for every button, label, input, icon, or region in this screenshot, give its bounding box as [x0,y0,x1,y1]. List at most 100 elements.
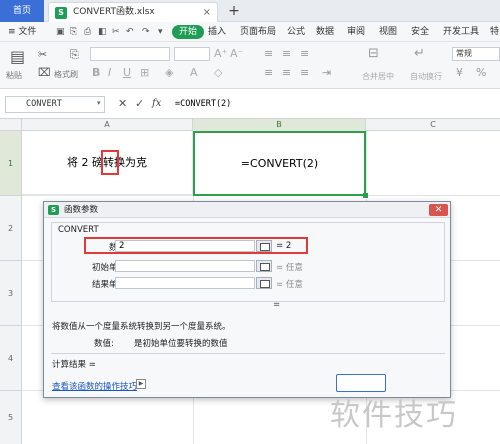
function-description: 将数值从一个度量系统转换到另一个度量系统。 [52,322,231,332]
arg-result-from-unit: = 任意 [276,263,303,273]
param-name: 数值: [94,339,114,349]
file-tab-label: CONVERT函数.xlsx [73,7,155,17]
cut-small-icon[interactable]: ✂ [112,25,120,39]
print-icon[interactable]: ⎙ [84,25,91,39]
video-help-icon[interactable]: ▶ [136,379,146,389]
menu-insert[interactable]: 插入 [208,22,226,42]
arg-result-to-unit: = 任意 [276,280,303,290]
arg-input-from-unit[interactable] [115,260,255,272]
arg-input-to-unit[interactable] [115,277,255,289]
font-color-icon[interactable]: A [190,66,198,80]
home-tab[interactable]: 首页 [0,0,44,22]
menu-bar: ≡ 文件 ▣ ⎘ ⎙ ◧ ✂ ↶ ↷ ▾ 开始 插入 页面布局 公式 数据 审阅… [0,22,500,42]
cancel-icon[interactable]: ✕ [118,97,127,110]
column-header-c[interactable]: C [366,119,500,131]
clear-icon[interactable]: ◇ [214,66,222,80]
row-header-4[interactable]: 4 [0,326,22,391]
menu-developer[interactable]: 开发工具 [443,22,479,42]
menu-review[interactable]: 审阅 [347,22,365,42]
column-header-a[interactable]: A [22,119,193,131]
font-name-select[interactable] [90,47,170,61]
align-center-icon[interactable]: ≡ [282,66,291,80]
spreadsheet-icon: S [55,7,67,19]
number-highlight-box [101,150,119,175]
menu-page-layout[interactable]: 页面布局 [240,22,276,42]
column-header-b[interactable]: B [193,119,366,131]
font-size-select[interactable] [174,47,210,61]
select-all-corner[interactable] [0,119,22,131]
insert-function-icon[interactable]: fx [152,98,161,109]
formula-input[interactable]: =CONVERT(2) [172,96,500,113]
column-headers: A B C [0,118,500,131]
align-top-icon[interactable]: ≡ [264,47,273,61]
help-link[interactable]: 查看该函数的操作技巧 [52,380,137,392]
fill-handle[interactable] [363,193,368,198]
arg-highlight-box [84,237,308,254]
fill-color-icon[interactable]: ◈ [165,66,173,80]
bold-icon[interactable]: B [92,66,100,80]
menu-data[interactable]: 数据 [316,22,334,42]
row-header-5[interactable]: 5 [0,391,22,444]
undo-icon[interactable]: ↶ [126,25,134,39]
merge-label[interactable]: 合并居中 [362,71,394,82]
collapse-dialog-icon[interactable] [256,277,272,289]
paste-icon[interactable]: ▤ [10,48,25,66]
cell-a1-number: 2 [81,156,89,169]
confirm-icon[interactable]: ✓ [135,97,144,110]
name-box-dropdown-icon[interactable]: ▾ [97,99,101,107]
dialog-close-button[interactable]: ✕ [429,204,448,216]
format-painter-icon[interactable]: ⌧ [38,66,51,80]
cut-icon[interactable]: ✂ [38,48,47,62]
file-tab[interactable]: S CONVERT函数.xlsx × [48,2,218,22]
cell-b1[interactable]: =CONVERT(2) [193,131,366,196]
cell-a1[interactable]: 将 2 磅转换为克 [22,131,193,195]
menu-more[interactable]: 特 [490,22,499,42]
new-tab-button[interactable]: + [226,2,242,20]
watermark: 软件技巧 [330,398,458,433]
menu-file[interactable]: ≡ 文件 [8,22,36,42]
row-header-1[interactable]: 1 [0,131,22,196]
save-icon[interactable]: ▣ [56,25,65,39]
dialog-app-icon: S [48,205,59,215]
menu-formulas[interactable]: 公式 [287,22,305,42]
calculation-result: 计算结果 = [52,360,96,370]
preview-icon[interactable]: ◧ [98,25,107,39]
shrink-font-icon[interactable]: A⁻ [230,47,243,61]
merge-icon[interactable]: ⊟ [368,47,379,61]
name-box[interactable]: CONVERT [5,96,105,113]
function-arguments-dialog: 函数参数 S ✕ CONVERT 数值 2 = 2 初始单位 = 任意 结果单位… [43,201,451,398]
grow-font-icon[interactable]: A⁺ [214,47,227,61]
menu-view[interactable]: 视图 [379,22,397,42]
menu-start[interactable]: 开始 [172,25,205,39]
wrap-text-label[interactable]: 自动换行 [410,71,442,82]
row-header-3[interactable]: 3 [0,261,22,326]
row-header-2[interactable]: 2 [0,196,22,261]
wrap-text-icon[interactable]: ↵ [414,47,425,61]
copy-icon[interactable]: ⎘ [70,48,79,62]
underline-icon[interactable]: U [123,66,131,80]
align-left-icon[interactable]: ≡ [264,66,273,80]
format-painter-label[interactable]: 格式刷 [54,69,78,80]
dialog-title[interactable]: 函数参数 [44,202,450,218]
currency-icon[interactable]: ¥ [456,66,463,80]
export-icon[interactable]: ⎘ [70,25,77,39]
border-icon[interactable]: ⊞ [140,66,149,80]
dropdown-icon[interactable]: ▾ [158,25,163,39]
tab-bar: 首页 S CONVERT函数.xlsx × + [0,0,500,22]
close-tab-icon[interactable]: × [203,3,211,22]
align-bottom-icon[interactable]: ≡ [300,47,309,61]
collapse-dialog-icon[interactable] [256,260,272,272]
menu-security[interactable]: 安全 [411,22,429,42]
cell-a1-text-pre: 将 [67,156,82,169]
align-right-icon[interactable]: ≡ [300,66,309,80]
paste-label[interactable]: 粘贴 [6,70,22,81]
function-name: CONVERT [58,225,99,235]
percent-icon[interactable]: % [476,66,486,80]
align-middle-icon[interactable]: ≡ [282,47,291,61]
ribbon: ▤ 粘贴 ✂ ⌧ ⎘ 格式刷 A⁺ A⁻ B I U ⊞ ◈ A ◇ ≡ ≡ ≡… [0,42,500,89]
italic-icon[interactable]: I [108,66,111,80]
indent-icon[interactable]: ⇥ [322,66,331,80]
formula-bar: CONVERT ▾ ✕ ✓ fx =CONVERT(2) [0,96,500,114]
number-format-select[interactable]: 常规 [452,47,500,61]
redo-icon[interactable]: ↷ [142,25,150,39]
